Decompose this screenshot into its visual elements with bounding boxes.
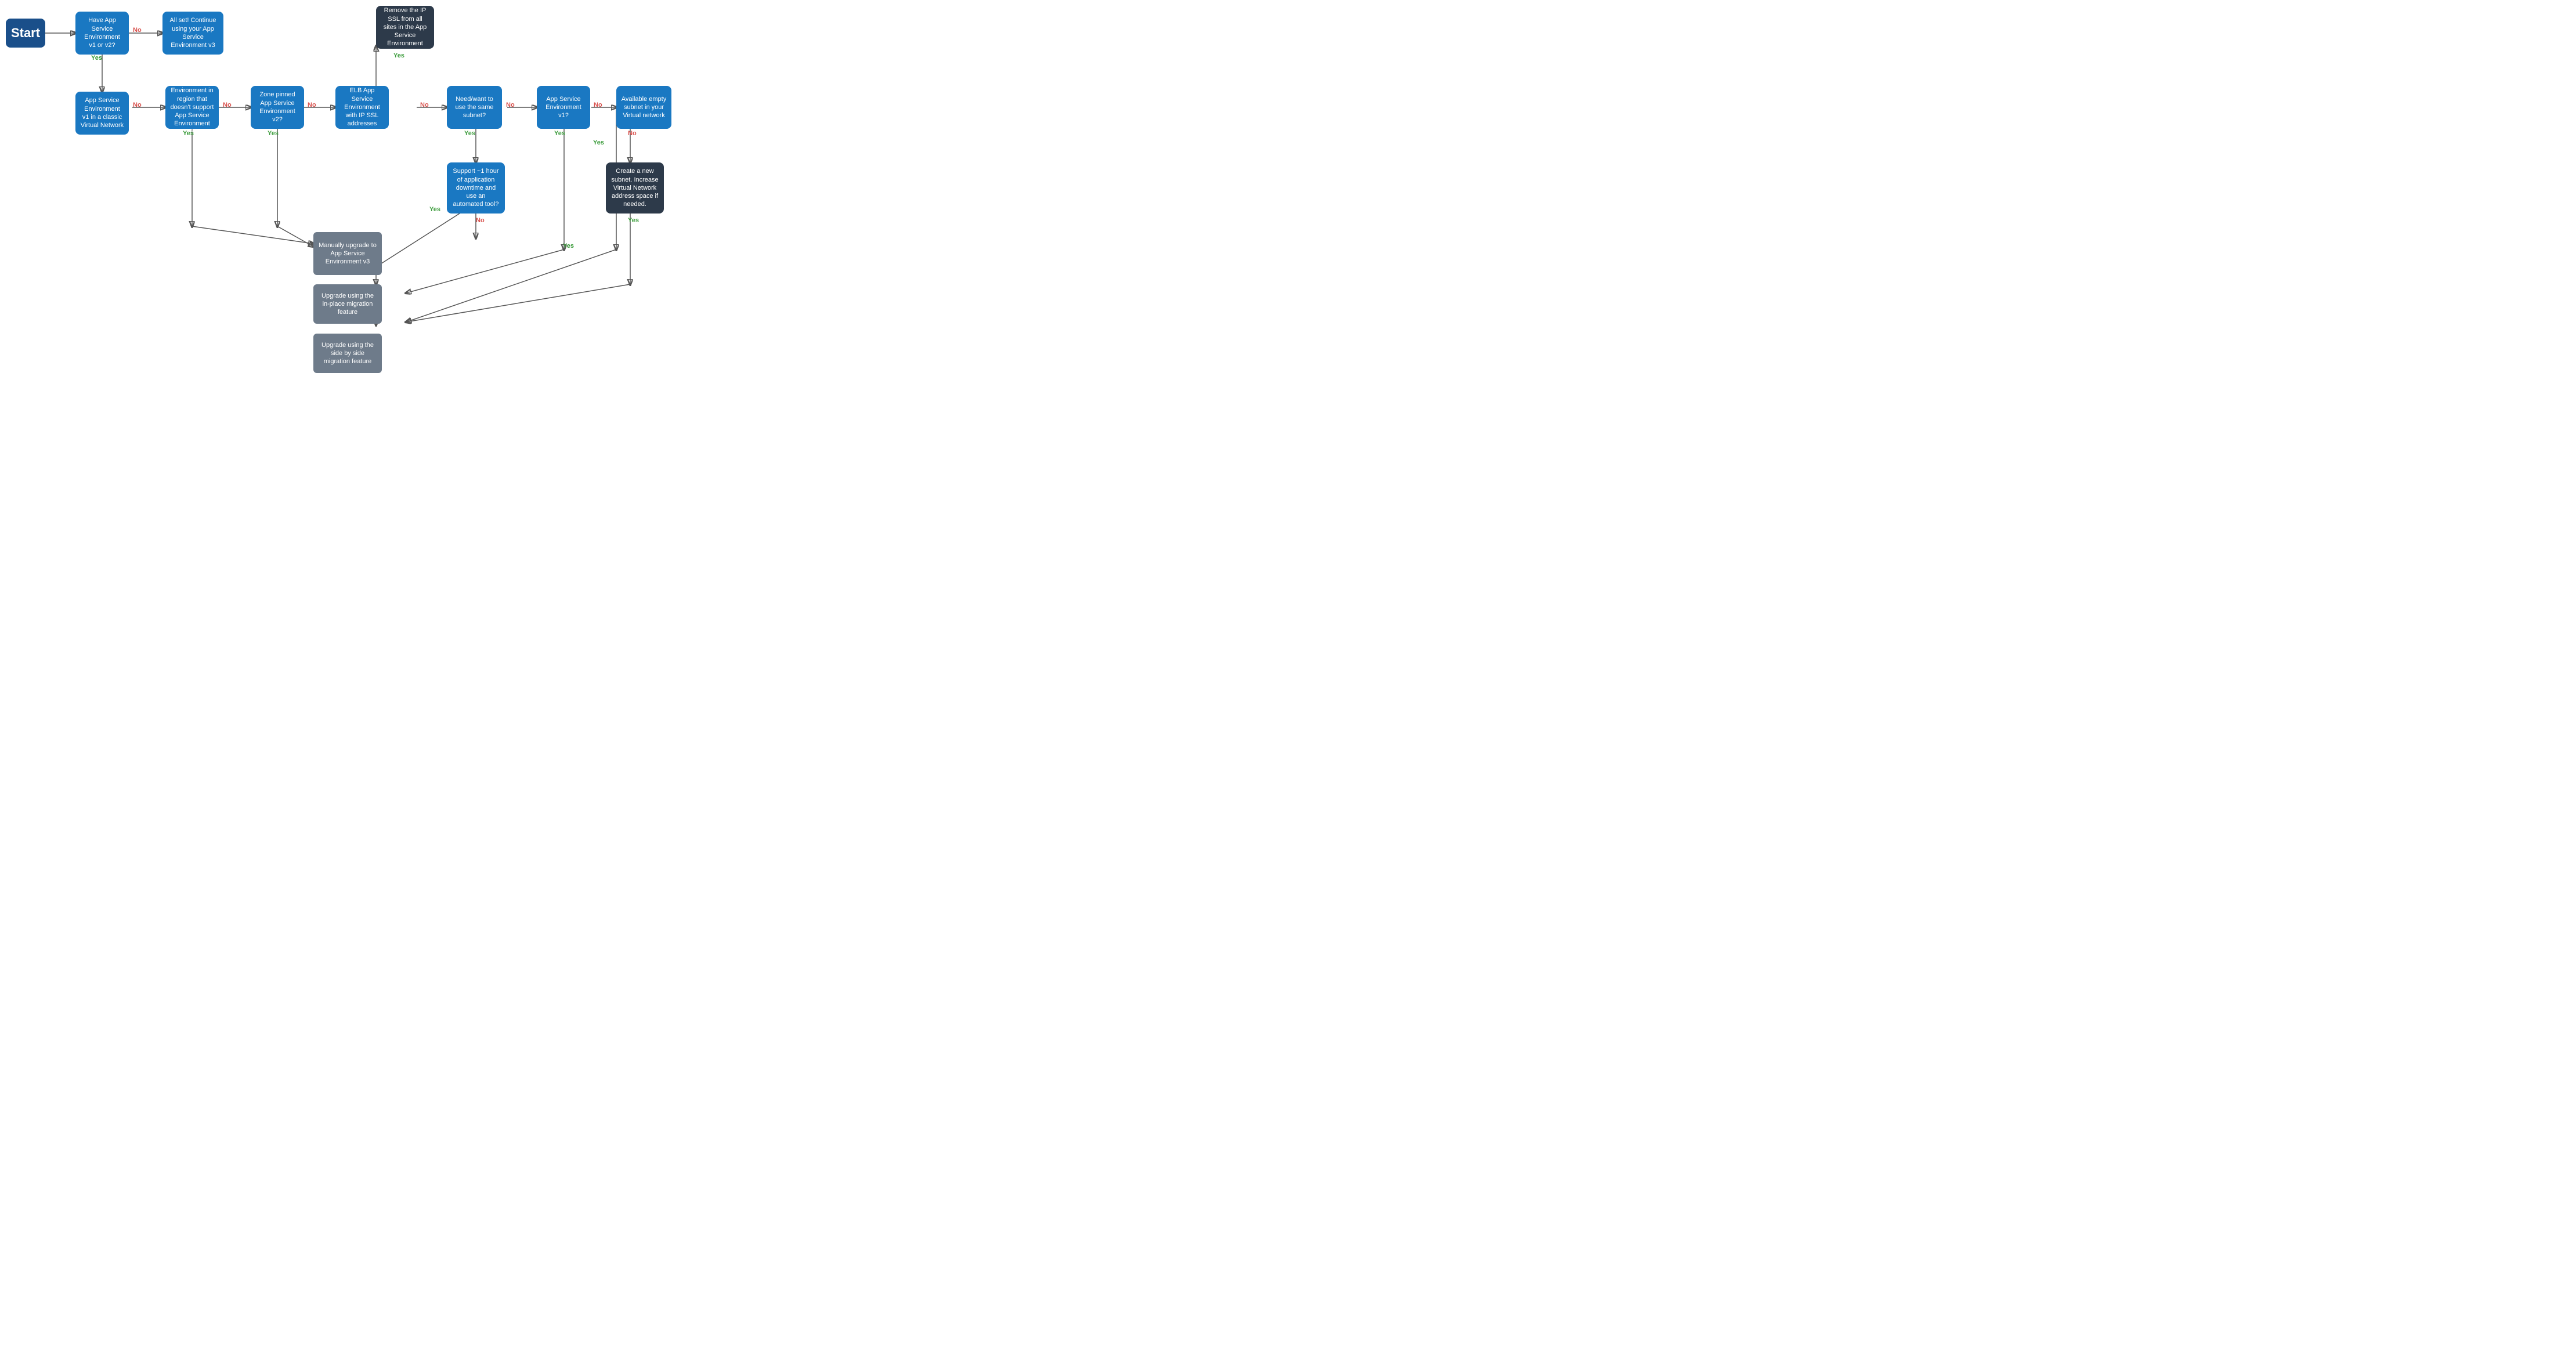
node-manually-upgrade: Manually upgrade to App Service Environm… (313, 232, 382, 275)
node-support-downtime: Support ~1 hour of application downtime … (447, 162, 505, 214)
node-allset: All set! Continue using your App Service… (162, 12, 223, 55)
label-no-n6-n8: No (420, 102, 429, 108)
node-remove-ip-ssl: Remove the IP SSL from all sites in the … (376, 6, 434, 49)
label-no-n10-down: No (628, 130, 637, 137)
node-create-subnet: Create a new subnet. Increase Virtual Ne… (606, 162, 664, 214)
label-no-n5-n6: No (308, 102, 316, 108)
node-available-subnet: Available empty subnet in your Virtual n… (616, 86, 671, 129)
label-yes-n8-down: Yes (464, 130, 475, 137)
node-ase-v1-classic: App Service Environment v1 in a classic … (75, 92, 129, 135)
label-no-n8-n9: No (506, 102, 515, 108)
label-yes-n12-n14: Yes (628, 217, 639, 224)
label-no-n9-n10: No (594, 102, 602, 108)
node-ase-v1: App Service Environment v1? (537, 86, 590, 129)
label-yes-n7: Yes (393, 52, 404, 59)
node-have-ase: Have App Service Environment v1 or v2? (75, 12, 129, 55)
label-no-n4-n5: No (223, 102, 232, 108)
start-node: Start (6, 19, 45, 48)
node-zone-pinned: Zone pinned App Service Environment v2? (251, 86, 304, 129)
label-yes-n5-down: Yes (268, 130, 279, 137)
node-ase-region: App Service Environment in region that d… (165, 86, 219, 129)
node-sidebyside-migration: Upgrade using the side by side migration… (313, 334, 382, 373)
label-yes-n4-down: Yes (183, 130, 194, 137)
label-yes-n1-n3: Yes (91, 55, 102, 61)
label-no-n3-n4: No (133, 102, 142, 108)
node-same-subnet: Need/want to use the same subnet? (447, 86, 502, 129)
label-no-n1-n2: No (133, 27, 142, 34)
node-elb-ase: ELB App Service Environment with IP SSL … (335, 86, 389, 129)
label-yes-n12: Yes (563, 243, 574, 249)
label-no-n11: No (476, 217, 485, 224)
diagram-container: Start Have App Service Environment v1 or… (0, 0, 644, 360)
label-yes-n11: Yes (429, 206, 440, 213)
label-yes-n10: Yes (593, 139, 604, 146)
node-inplace-migration: Upgrade using the in-place migration fea… (313, 284, 382, 324)
label-yes-n9-down: Yes (554, 130, 565, 137)
